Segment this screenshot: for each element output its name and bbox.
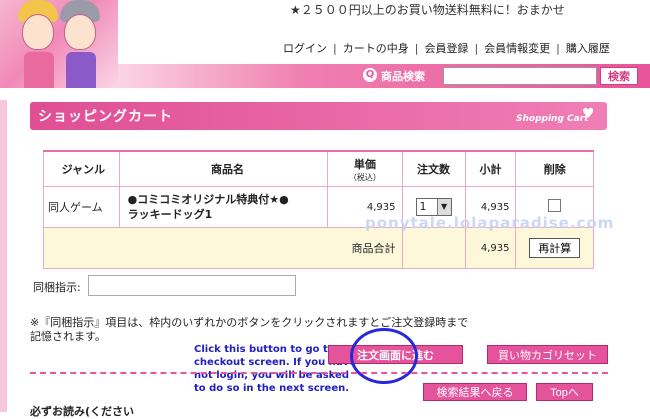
watermark-text: ponytale.lolaparadise.com [365,214,615,232]
character-body [66,52,96,88]
nav-member-edit[interactable]: 会員情報変更 [484,42,550,55]
heart-icon: ♥ [582,106,595,122]
character-face [22,14,54,50]
cart-table: ジャンル 商品名 単価 （税込） 注文数 小計 削除 同人ゲーム ●コミコミオリジ… [43,150,594,269]
col-subtotal: 小計 [464,150,517,187]
search-label: 商品検索 [381,70,425,83]
item-product[interactable]: ●コミコミオリジナル特典付★● ラッキードッグ1 [118,186,329,228]
total-row: 商品合計 4,935 再計算 [43,227,594,269]
nav-login[interactable]: ログイン [283,42,327,55]
nav-register[interactable]: 会員登録 [424,42,468,55]
delete-checkbox[interactable] [548,199,562,212]
nav-separator: | [333,42,337,55]
search-icon: Q [363,68,377,82]
nav-separator: | [414,42,419,55]
search-input[interactable] [443,67,597,85]
left-decorative-strip [0,100,7,412]
col-product: 商品名 [118,150,329,187]
total-spacer [402,227,466,269]
divider [30,372,608,374]
nav-separator: | [556,42,560,55]
character-face [64,14,96,50]
nav-separator: | [474,42,479,55]
must-read-heading: 必ずお読み(ください [30,405,135,418]
bundle-label: 同梱指示: [33,281,81,294]
item-product-line2: ラッキードッグ1 [127,208,213,221]
item-product-line1: ●コミコミオリジナル特典付★● [127,193,289,206]
reset-cart-button[interactable]: 買い物カゴリセット [487,345,608,364]
header-banner-art [0,0,118,88]
top-button[interactable]: Topへ [536,383,593,401]
top-nav: ログイン | カートの中身 | 会員登録 | 会員情報変更 | 購入履歴 [283,40,610,56]
item-genre: 同人ゲーム [43,186,120,228]
search-button[interactable]: 検索 [600,67,638,85]
recalc-cell: 再計算 [515,227,594,269]
promo-text: ★２５００円以上のお買い物送料無料に！おまかせ [290,3,565,17]
nav-cart[interactable]: カートの中身 [343,42,409,55]
highlight-circle [350,328,418,384]
cart-header-row: ジャンル 商品名 単価 （税込） 注文数 小計 削除 [43,150,594,187]
col-qty: 注文数 [401,150,466,187]
col-genre: ジャンル [43,150,120,187]
character-body [24,52,54,88]
total-value: 4,935 [464,227,517,269]
chevron-down-icon[interactable]: ▼ [436,199,451,215]
bundle-instruction-input[interactable] [88,275,296,296]
cart-title: ショッピングカート [38,109,173,125]
quantity-value: 1 [419,200,427,213]
col-delete: 削除 [515,150,594,187]
cart-subtitle: Shopping Cart [516,114,589,124]
total-label: 商品合計 [43,227,403,269]
col-price-tax-note: （税込） [348,172,381,182]
col-price-label: 単価 [353,157,376,171]
nav-history[interactable]: 購入履歴 [566,42,610,55]
back-to-results-button[interactable]: 検索結果へ戻る [423,383,527,401]
recalc-button[interactable]: 再計算 [529,238,581,258]
col-price: 単価 （税込） [327,150,403,187]
